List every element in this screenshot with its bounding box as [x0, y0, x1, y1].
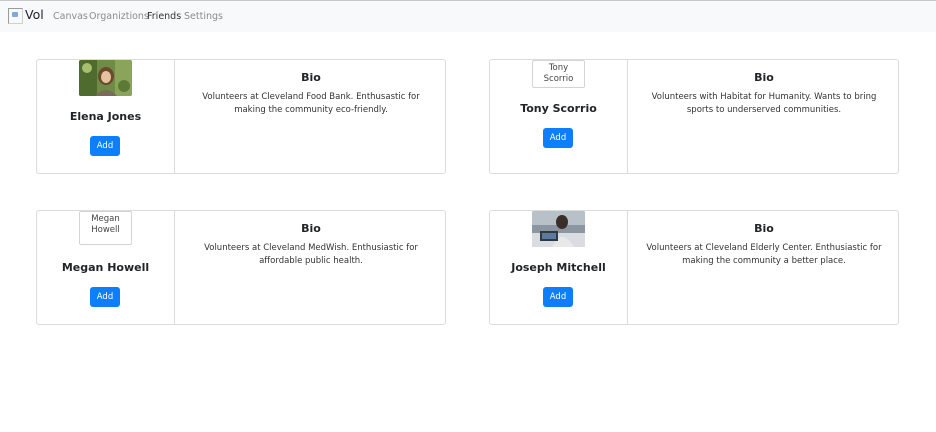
brand-text: Vol — [25, 7, 44, 22]
nav-link-canvas[interactable]: Canvas — [53, 11, 88, 22]
bio-panel: Bio Volunteers with Habitat for Humanity… — [627, 60, 899, 173]
nav-link-settings[interactable]: Settings — [184, 11, 223, 22]
friend-photo-alt: Megan Howell — [91, 214, 120, 235]
friend-name: Joseph Mitchell — [511, 261, 606, 274]
brand-logo-broken-image-icon — [8, 8, 23, 24]
bio-panel: Bio Volunteers at Cleveland MedWish. Ent… — [174, 211, 446, 324]
friend-photo-alt: Tony Scorrio — [543, 63, 574, 84]
nav-link-organizations[interactable]: Organiztions — [89, 11, 149, 22]
friend-name: Elena Jones — [69, 110, 142, 123]
friend-card: Elena Jones Add Bio Volunteers at Clevel… — [36, 59, 446, 174]
friend-photo — [532, 211, 585, 247]
navbar: Vol Canvas Organiztions Friends Settings — [0, 0, 936, 32]
bio-text: Volunteers at Cleveland MedWish. Enthusi… — [204, 243, 418, 266]
friend-photo-image — [532, 211, 585, 247]
nav-link-friends[interactable]: Friends — [147, 11, 181, 22]
bio-panel: Bio Volunteers at Cleveland Food Bank. E… — [174, 60, 446, 173]
bio-panel: Bio Volunteers at Cleveland Elderly Cent… — [627, 211, 899, 324]
friend-name: Megan Howell — [61, 261, 150, 274]
friend-profile: Elena Jones Add — [37, 60, 174, 173]
friend-photo-image — [79, 60, 132, 96]
friend-card: Megan Howell Megan Howell Add Bio Volunt… — [36, 210, 446, 325]
bio-text: Volunteers with Habitat for Humanity. Wa… — [651, 92, 877, 115]
friend-card: Joseph Mitchell Add Bio Volunteers at Cl… — [489, 210, 899, 325]
friend-name: Tony Scorrio — [520, 102, 597, 115]
friend-card: Tony Scorrio Tony Scorrio Add Bio Volunt… — [489, 59, 899, 174]
friend-photo-broken: Megan Howell — [79, 211, 132, 245]
bio-title: Bio — [754, 222, 774, 235]
add-friend-button[interactable]: Add — [543, 287, 573, 307]
add-friend-button[interactable]: Add — [90, 287, 120, 307]
add-friend-button[interactable]: Add — [543, 128, 573, 148]
bio-title: Bio — [754, 71, 774, 84]
add-friend-button[interactable]: Add — [90, 136, 120, 156]
friend-profile: Megan Howell Megan Howell Add — [37, 211, 174, 324]
bio-title: Bio — [301, 222, 321, 235]
bio-text: Volunteers at Cleveland Food Bank. Enthu… — [202, 92, 420, 115]
bio-text: Volunteers at Cleveland Elderly Center. … — [646, 243, 882, 266]
friend-profile: Joseph Mitchell Add — [490, 211, 627, 324]
bio-title: Bio — [301, 71, 321, 84]
friend-photo-broken: Tony Scorrio — [532, 60, 585, 88]
friend-photo — [79, 60, 132, 96]
friend-profile: Tony Scorrio Tony Scorrio Add — [490, 60, 627, 173]
